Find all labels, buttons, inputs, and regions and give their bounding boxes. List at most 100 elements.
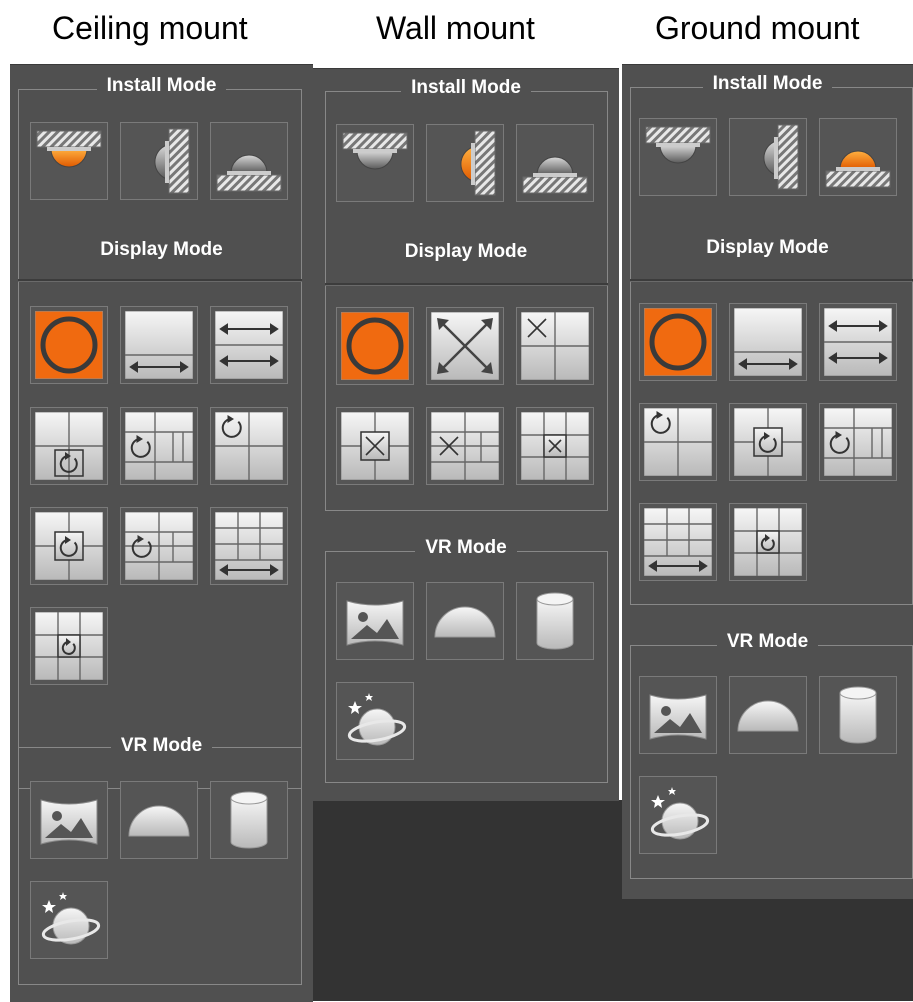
- display-1o-3r-button[interactable]: [639, 403, 717, 481]
- install-ceiling-button[interactable]: [639, 118, 717, 196]
- vr-cylinder-button[interactable]: [210, 781, 288, 859]
- display-1o-3r-button[interactable]: [210, 407, 288, 485]
- expand-big-icon: [431, 312, 499, 380]
- display-mode-title: Display Mode: [706, 237, 829, 258]
- section-divider: [630, 279, 913, 282]
- expand-quad-icon: [521, 312, 589, 380]
- install-wall-button[interactable]: [729, 118, 807, 196]
- vr-hemisphere-icon: [737, 700, 799, 732]
- grid-arrow-icon: [215, 512, 283, 580]
- display-fisheye-original-button[interactable]: [639, 303, 717, 381]
- install-wall-icon: [460, 130, 496, 196]
- grid-9-rotate-icon: [35, 612, 103, 680]
- ceiling-mount-panel: Install Mode Display Mode VR Mode: [10, 64, 313, 1002]
- display-mode-title: Display Mode: [100, 239, 223, 260]
- pano-single-icon: [734, 308, 802, 376]
- vr-hemisphere-button[interactable]: [120, 781, 198, 859]
- install-wall-button[interactable]: [426, 124, 504, 202]
- install-wall-icon: [154, 128, 190, 194]
- install-mode-title: Install Mode: [622, 73, 913, 95]
- rotate-left-grid-icon: [125, 512, 193, 580]
- display-1p-3r-button[interactable]: [120, 407, 198, 485]
- fisheye-icon: [341, 312, 409, 380]
- vr-panorama-button[interactable]: [336, 582, 414, 660]
- install-ground-icon: [216, 154, 282, 192]
- display-2p-4r-button[interactable]: [639, 503, 717, 581]
- pano-dual-icon: [215, 311, 283, 379]
- vr-panorama-icon: [649, 694, 707, 740]
- install-wall-button[interactable]: [120, 122, 198, 200]
- display-mode-title: Display Mode: [404, 241, 528, 262]
- fisheye-icon: [35, 311, 103, 379]
- fisheye-icon: [644, 308, 712, 376]
- pano-single-icon: [125, 311, 193, 379]
- install-ground-button[interactable]: [210, 122, 288, 200]
- vr-hemisphere-icon: [434, 606, 496, 638]
- display-1o-8r-button[interactable]: [729, 503, 807, 581]
- vr-asteroid-icon: [347, 693, 407, 746]
- caption-wall-mount: Wall mount: [376, 10, 535, 46]
- install-ceiling-icon: [342, 132, 408, 170]
- display-1p-1r-button[interactable]: [30, 407, 108, 485]
- grid-arrow-icon: [644, 508, 712, 576]
- section-divider: [325, 283, 608, 286]
- install-ceiling-button[interactable]: [336, 124, 414, 202]
- expand-center-icon: [341, 412, 409, 480]
- ground-mount-panel: Install Mode Display Mode VR Mode: [622, 64, 913, 899]
- grid-9-rotate-icon: [734, 508, 802, 576]
- rotate-left-3col-icon: [824, 408, 892, 476]
- display-1o-8r-button[interactable]: [30, 607, 108, 685]
- vr-cylinder-button[interactable]: [516, 582, 594, 660]
- caption-ground-mount: Ground mount: [655, 10, 860, 46]
- vr-asteroid-button[interactable]: [639, 776, 717, 854]
- display-1o-1r-button[interactable]: [729, 403, 807, 481]
- vr-mode-title: VR Mode: [622, 631, 913, 653]
- display-1o-3r-button[interactable]: [336, 407, 414, 485]
- install-ground-button[interactable]: [819, 118, 897, 196]
- install-mode-title: Install Mode: [10, 75, 313, 97]
- display-1o-4r-button[interactable]: [120, 507, 198, 585]
- pano-dual-icon: [824, 308, 892, 376]
- install-wall-icon: [763, 124, 799, 190]
- display-1p-6r-button[interactable]: [426, 407, 504, 485]
- install-ceiling-icon: [645, 126, 711, 164]
- vr-hemisphere-button[interactable]: [426, 582, 504, 660]
- rotate-center-icon: [35, 512, 103, 580]
- display-panorama-180-button[interactable]: [729, 303, 807, 381]
- display-1p-4r-button[interactable]: [819, 403, 897, 481]
- split-bottom-rotate-icon: [35, 412, 103, 480]
- vr-panorama-icon: [346, 600, 404, 646]
- display-fisheye-original-button[interactable]: [336, 307, 414, 385]
- expand-left-grid-icon: [431, 412, 499, 480]
- vr-hemisphere-button[interactable]: [729, 676, 807, 754]
- vr-panorama-button[interactable]: [639, 676, 717, 754]
- wall-mount-panel: Install Mode Display Mode VR Mode: [313, 68, 619, 801]
- vr-panorama-button[interactable]: [30, 781, 108, 859]
- vr-mode-title: VR Mode: [10, 735, 313, 757]
- display-dual-panorama-button[interactable]: [819, 303, 897, 381]
- display-2p-4r-button[interactable]: [210, 507, 288, 585]
- rotate-center-icon: [734, 408, 802, 476]
- vr-asteroid-button[interactable]: [30, 881, 108, 959]
- caption-ceiling-mount: Ceiling mount: [52, 10, 248, 46]
- vr-cylinder-button[interactable]: [819, 676, 897, 754]
- vr-hemisphere-icon: [128, 805, 190, 837]
- vr-asteroid-icon: [650, 787, 710, 840]
- vr-asteroid-icon: [41, 892, 101, 945]
- display-1p-8r-button[interactable]: [516, 407, 594, 485]
- vr-asteroid-button[interactable]: [336, 682, 414, 760]
- install-ceiling-icon: [36, 130, 102, 168]
- display-fisheye-original-button[interactable]: [30, 306, 108, 384]
- display-panorama-expand-button[interactable]: [426, 307, 504, 385]
- rotate-quad-tl-icon: [215, 412, 283, 480]
- install-ground-button[interactable]: [516, 124, 594, 202]
- vr-mode-title: VR Mode: [313, 537, 619, 559]
- rotate-quad-tl-icon: [644, 408, 712, 476]
- display-1p-3r-button[interactable]: [516, 307, 594, 385]
- install-ground-icon: [522, 156, 588, 194]
- display-panorama-180-button[interactable]: [120, 306, 198, 384]
- display-1o-1r-button[interactable]: [30, 507, 108, 585]
- display-dual-panorama-button[interactable]: [210, 306, 288, 384]
- vr-cylinder-icon: [839, 686, 877, 744]
- install-ceiling-button[interactable]: [30, 122, 108, 200]
